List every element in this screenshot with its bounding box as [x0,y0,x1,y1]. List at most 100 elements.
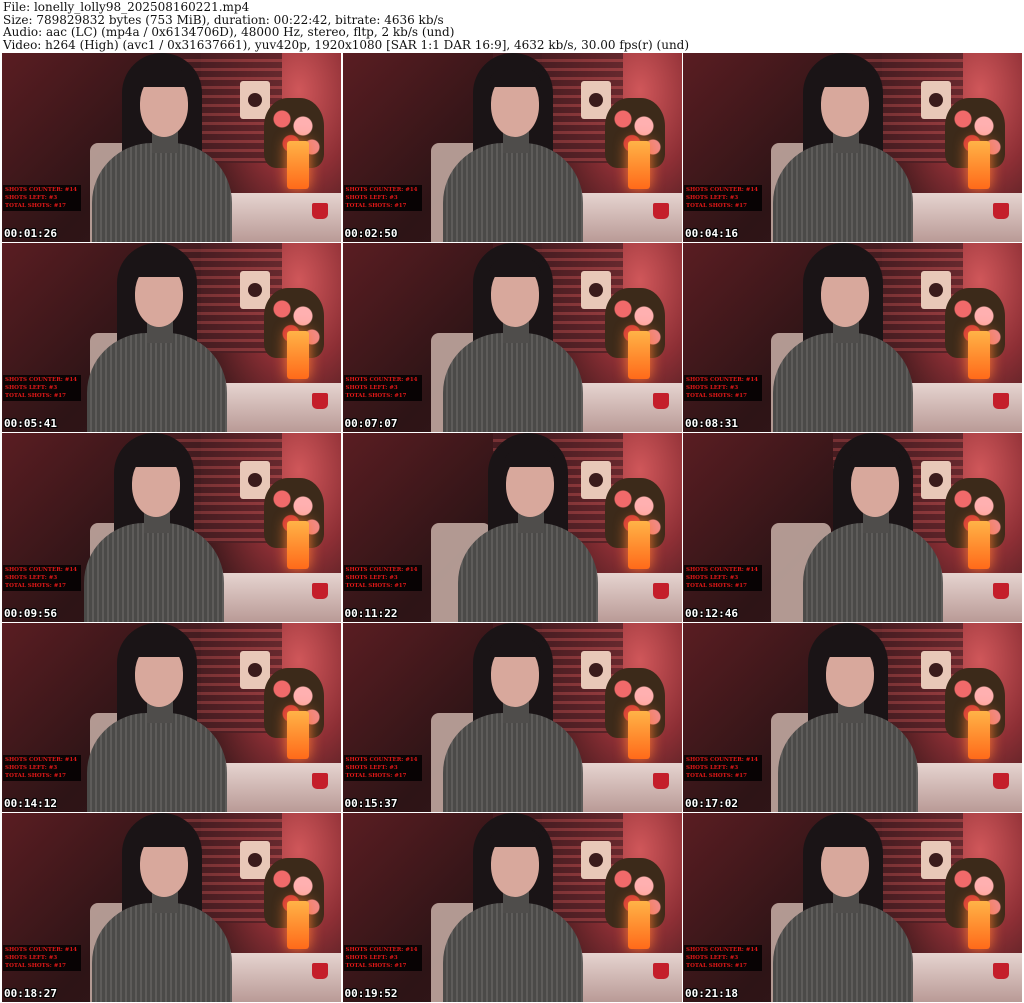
video-thumbnail[interactable]: SHOTS COUNTER: #14 SHOTS LEFT: #3 TOTAL … [2,813,341,1002]
shots-counter-overlay: SHOTS COUNTER: #14 SHOTS LEFT: #3 TOTAL … [684,185,762,211]
shots-counter-text: SHOTS COUNTER: #14 [5,757,77,763]
video-thumbnail[interactable]: SHOTS COUNTER: #14 SHOTS LEFT: #3 TOTAL … [342,813,682,1002]
red-cup [312,773,328,789]
shots-counter-text: SHOTS COUNTER: #14 [5,187,77,193]
thumbnail-timestamp: 00:07:07 [344,417,398,430]
video-thumbnail[interactable]: SHOTS COUNTER: #14 SHOTS LEFT: #3 TOTAL … [683,53,1022,242]
red-cup [312,203,328,219]
video-thumbnail[interactable]: SHOTS COUNTER: #14 SHOTS LEFT: #3 TOTAL … [683,243,1022,432]
video-thumbnail[interactable]: SHOTS COUNTER: #14 SHOTS LEFT: #3 TOTAL … [683,433,1022,622]
video-thumbnail[interactable]: SHOTS COUNTER: #14 SHOTS LEFT: #3 TOTAL … [2,433,341,622]
shots-counter-text: SHOTS COUNTER: #14 [686,187,758,193]
shots-left-text: SHOTS LEFT: #3 [686,575,739,581]
shots-left-text: SHOTS LEFT: #3 [5,575,58,581]
shots-left-text: SHOTS LEFT: #3 [5,955,58,961]
video-thumbnail[interactable]: SHOTS COUNTER: #14 SHOTS LEFT: #3 TOTAL … [342,243,682,432]
video-thumbnail[interactable]: SHOTS COUNTER: #14 SHOTS LEFT: #3 TOTAL … [2,53,341,242]
red-cup [652,203,669,219]
shots-left-text: SHOTS LEFT: #3 [686,765,739,771]
shots-left-text: SHOTS LEFT: #3 [686,195,739,201]
video-thumbnail[interactable]: SHOTS COUNTER: #14 SHOTS LEFT: #3 TOTAL … [683,813,1022,1002]
video-thumbnail[interactable]: SHOTS COUNTER: #14 SHOTS LEFT: #3 TOTAL … [683,623,1022,812]
lamp-light [287,711,309,759]
thumbnail-timestamp: 00:19:52 [344,987,398,1000]
shots-counter-text: SHOTS COUNTER: #14 [686,377,758,383]
red-cup [312,393,328,409]
shots-counter-overlay: SHOTS COUNTER: #14 SHOTS LEFT: #3 TOTAL … [684,375,762,401]
total-shots-text: TOTAL SHOTS: #17 [345,583,407,589]
red-cup [652,773,669,789]
bangs [819,69,871,87]
thumbnail-timestamp: 00:18:27 [4,987,57,1000]
thumbnail-grid: SHOTS COUNTER: #14 SHOTS LEFT: #3 TOTAL … [2,53,1022,1002]
thumbnail-timestamp: 00:05:41 [4,417,57,430]
person-figure [442,813,593,1002]
shots-counter-overlay: SHOTS COUNTER: #14 SHOTS LEFT: #3 TOTAL … [343,375,422,401]
total-shots-text: TOTAL SHOTS: #17 [345,393,407,399]
red-cup [652,583,669,599]
shots-left-text: SHOTS LEFT: #3 [345,385,398,391]
shots-left-text: SHOTS LEFT: #3 [5,385,58,391]
sweater [457,523,598,622]
video-thumbnail[interactable]: SHOTS COUNTER: #14 SHOTS LEFT: #3 TOTAL … [342,53,682,242]
shots-counter-text: SHOTS COUNTER: #14 [5,567,77,573]
sweater [442,903,583,1002]
shots-counter-overlay: SHOTS COUNTER: #14 SHOTS LEFT: #3 TOTAL … [3,755,81,781]
shots-left-text: SHOTS LEFT: #3 [686,385,739,391]
video-info-line: Video: h264 (High) (avc1 / 0x31637661), … [3,37,690,52]
total-shots-text: TOTAL SHOTS: #17 [5,773,66,779]
thumbnail-timestamp: 00:04:16 [685,227,738,240]
sweater [778,713,918,812]
lamp-light [287,901,309,949]
bangs [138,69,190,87]
shots-counter-overlay: SHOTS COUNTER: #14 SHOTS LEFT: #3 TOTAL … [343,755,422,781]
thumbnail-timestamp: 00:09:56 [4,607,57,620]
shots-counter-text: SHOTS COUNTER: #14 [5,377,77,383]
sweater [803,523,943,622]
shots-counter-text: SHOTS COUNTER: #14 [345,757,418,763]
shots-counter-overlay: SHOTS COUNTER: #14 SHOTS LEFT: #3 TOTAL … [343,565,422,591]
shots-counter-overlay: SHOTS COUNTER: #14 SHOTS LEFT: #3 TOTAL … [3,565,81,591]
red-cup [993,203,1009,219]
lamp-light [968,711,990,759]
lamp-light [287,521,309,569]
thumbnail-timestamp: 00:21:18 [685,987,738,1000]
lamp-light [968,141,990,189]
bangs [819,829,871,847]
shots-counter-text: SHOTS COUNTER: #14 [345,377,418,383]
shots-counter-text: SHOTS COUNTER: #14 [686,567,758,573]
total-shots-text: TOTAL SHOTS: #17 [686,963,747,969]
person-figure [803,433,953,622]
lamp-light [287,141,309,189]
red-cup [993,963,1009,979]
video-thumbnail[interactable]: SHOTS COUNTER: #14 SHOTS LEFT: #3 TOTAL … [2,623,341,812]
bangs [819,259,871,277]
bangs [824,639,876,657]
person-figure [773,53,923,242]
video-thumbnail[interactable]: SHOTS COUNTER: #14 SHOTS LEFT: #3 TOTAL … [342,433,682,622]
person-figure [92,813,242,1002]
shots-counter-overlay: SHOTS COUNTER: #14 SHOTS LEFT: #3 TOTAL … [3,185,81,211]
thumbnail-timestamp: 00:08:31 [685,417,738,430]
audio-info-line: Audio: aac (LC) (mp4a / 0x6134706D), 480… [3,25,455,39]
thumbnail-timestamp: 00:15:37 [344,797,398,810]
bangs [488,259,541,277]
person-figure [773,243,923,432]
person-figure [773,813,923,1002]
bangs [488,829,541,847]
shots-left-text: SHOTS LEFT: #3 [345,575,398,581]
shots-counter-overlay: SHOTS COUNTER: #14 SHOTS LEFT: #3 TOTAL … [684,565,762,591]
lamp-light [968,901,990,949]
shots-left-text: SHOTS LEFT: #3 [345,955,398,961]
thumbnail-timestamp: 00:12:46 [685,607,738,620]
red-cup [993,393,1009,409]
person-figure [442,623,593,812]
bangs [488,639,541,657]
video-thumbnail[interactable]: SHOTS COUNTER: #14 SHOTS LEFT: #3 TOTAL … [2,243,341,432]
lamp-light [627,331,650,379]
file-name-line: File: lonelly_lolly98_202508160221.mp4 [3,0,250,14]
shots-left-text: SHOTS LEFT: #3 [5,195,58,201]
file-info-header: File: lonelly_lolly98_202508160221.mp4 S… [3,1,1021,51]
sweater [773,333,913,432]
video-thumbnail[interactable]: SHOTS COUNTER: #14 SHOTS LEFT: #3 TOTAL … [342,623,682,812]
